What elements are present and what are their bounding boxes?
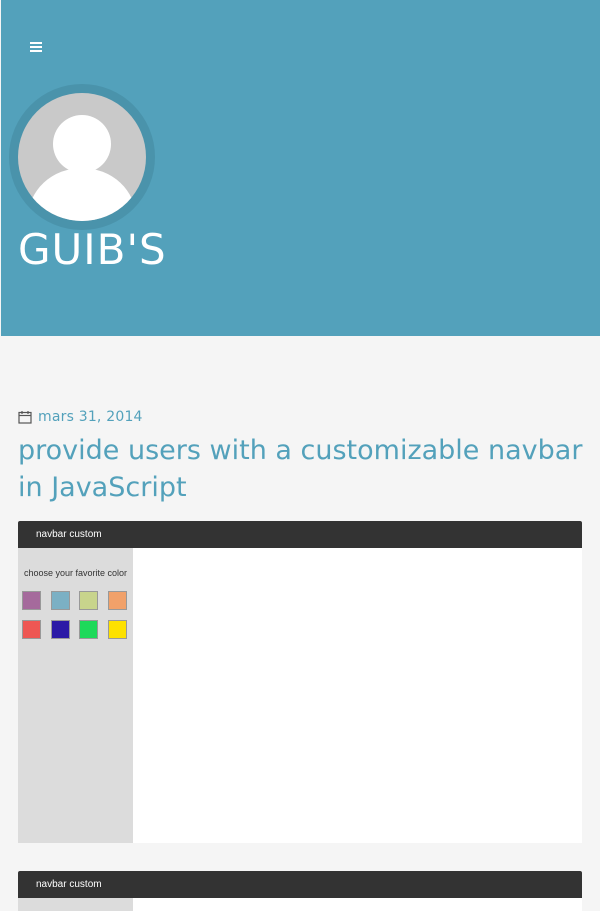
image-sidebar: choose your favorite color bbox=[18, 548, 133, 843]
post-title[interactable]: provide users with a customizable navbar… bbox=[18, 432, 588, 506]
color-swatch bbox=[108, 591, 127, 610]
user-avatar-icon[interactable] bbox=[18, 93, 146, 221]
image-navbar-label: navbar custom bbox=[36, 879, 102, 890]
post-meta: mars 31, 2014 bbox=[18, 408, 143, 426]
color-swatch bbox=[22, 591, 41, 610]
image-navbar: navbar custom bbox=[18, 871, 582, 898]
image-sidebar-label: choose your favorite color bbox=[24, 568, 128, 578]
color-swatch bbox=[22, 620, 41, 639]
post-image-navbar-custom: navbar custom choose your favorite color bbox=[18, 521, 582, 843]
color-swatch bbox=[79, 591, 98, 610]
color-swatch bbox=[79, 620, 98, 639]
image-navbar: navbar custom bbox=[18, 521, 582, 548]
post-date: mars 31, 2014 bbox=[38, 409, 143, 425]
color-swatch bbox=[51, 591, 70, 610]
calendar-icon bbox=[18, 411, 32, 424]
site-title[interactable]: GUIB'S bbox=[18, 222, 167, 278]
post-image-navbar-custom-2: navbar custom bbox=[18, 871, 582, 911]
color-swatch bbox=[51, 620, 70, 639]
image-navbar-label: navbar custom bbox=[36, 529, 102, 540]
color-swatch bbox=[108, 620, 127, 639]
menu-button[interactable] bbox=[23, 33, 51, 61]
